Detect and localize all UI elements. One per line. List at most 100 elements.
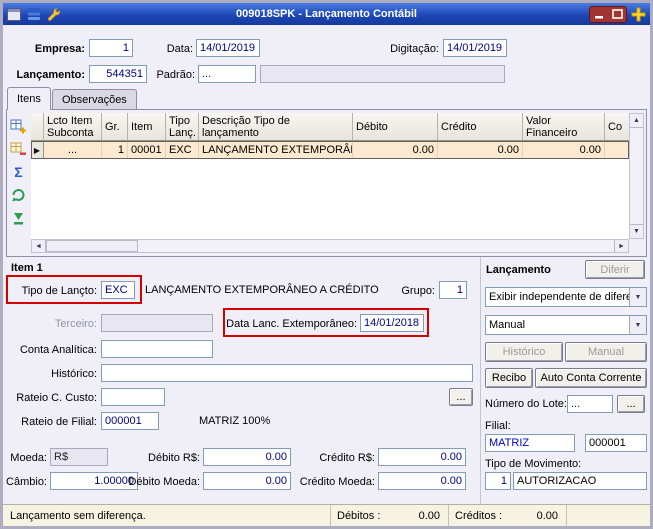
padrao-field[interactable]: ... xyxy=(198,65,256,83)
data-extemporaneo-label: Data Lanc. Extemporâneo: xyxy=(226,318,357,330)
digitacao-field[interactable]: 14/01/2019 xyxy=(443,39,507,57)
data-label: Data: xyxy=(166,43,193,55)
data-field[interactable]: 14/01/2019 xyxy=(196,39,260,57)
grid-header-credito: Crédito xyxy=(438,113,523,141)
grid-header-valor: Valor Financeiro xyxy=(523,113,605,141)
moeda-label: Moeda: xyxy=(10,452,47,464)
status-creditos-label: Créditos : xyxy=(455,509,503,522)
tab-itens[interactable]: Itens xyxy=(7,87,51,110)
delete-item-icon xyxy=(10,142,26,155)
scroll-up-arrow[interactable]: ▲ xyxy=(630,114,643,128)
manual-button: Manual xyxy=(565,342,647,362)
filial-code-field[interactable]: 000001 xyxy=(585,434,647,452)
tipo-movimento-label: Tipo de Movimento: xyxy=(485,458,582,470)
grid-vertical-scrollbar[interactable]: ▲ ▼ xyxy=(629,113,644,239)
historico-field[interactable] xyxy=(101,364,473,382)
filial-field[interactable]: MATRIZ xyxy=(485,434,575,452)
debito-rs-field[interactable]: 0.00 xyxy=(203,448,291,466)
grid-horizontal-scrollbar[interactable]: ◄ ► xyxy=(31,239,629,253)
sigma-icon: Σ xyxy=(14,164,23,180)
process-button[interactable] xyxy=(10,186,28,204)
grid-toolbar: Σ xyxy=(8,117,29,227)
exibir-diferido-select[interactable]: Exibir independente de difere ▼ xyxy=(485,287,647,307)
cell-co[interactable] xyxy=(605,141,629,159)
rateio-custo-label: Rateio C. Custo: xyxy=(16,392,97,404)
terceiro-label: Terceiro: xyxy=(54,318,97,330)
horizontal-scroll-thumb[interactable] xyxy=(46,240,138,252)
numero-lote-browse-button[interactable]: ... xyxy=(617,395,645,413)
delete-item-button[interactable] xyxy=(10,140,28,158)
status-debitos-value: 0.00 xyxy=(418,509,440,522)
cell-lcto[interactable]: ... xyxy=(44,141,102,159)
close-button[interactable] xyxy=(630,6,647,23)
process-icon xyxy=(12,188,25,201)
debito-rs-label: Débito R$: xyxy=(148,452,200,464)
cell-tipo[interactable]: EXC xyxy=(166,141,199,159)
cambio-label: Câmbio: xyxy=(6,476,47,488)
grid-empty-area xyxy=(31,159,629,239)
cell-valor[interactable]: 0.00 xyxy=(523,141,605,159)
tipo-lancto-field[interactable]: EXC xyxy=(101,281,135,299)
itens-tab-panel: Σ Lcto Item Subconta Gr. Item Tipo Lanç.… xyxy=(6,109,647,257)
chevron-down-icon: ▼ xyxy=(629,316,646,334)
recibo-button[interactable]: Recibo xyxy=(485,368,533,388)
lancamento-field[interactable]: 544351 xyxy=(89,65,147,83)
debito-moeda-field[interactable]: 0.00 xyxy=(203,472,291,490)
empresa-label: Empresa: xyxy=(34,43,85,55)
minimize-button[interactable] xyxy=(590,7,608,22)
sum-button[interactable]: Σ xyxy=(10,163,28,181)
window-control-box xyxy=(589,5,627,23)
wrench-icon xyxy=(46,6,62,22)
scroll-left-arrow[interactable]: ◄ xyxy=(32,240,46,252)
historico-label: Histórico: xyxy=(51,368,97,380)
historico-button: Histórico xyxy=(485,342,563,362)
app-window: 009018SPK - Lançamento Contábil Empresa:… xyxy=(0,0,653,529)
cell-descricao[interactable]: LANÇAMENTO EXTEMPORÂNE xyxy=(199,141,353,159)
lancamento-panel-title: Lançamento xyxy=(486,264,551,276)
lancamento-panel: Lançamento Diferir Exibir independente d… xyxy=(480,257,650,504)
conta-analitica-label: Conta Analítica: xyxy=(19,344,97,356)
layers-icon xyxy=(26,6,42,22)
items-grid: Lcto Item Subconta Gr. Item Tipo Lanç. D… xyxy=(31,113,644,253)
status-bar: Lançamento sem diferença. Débitos : 0.00… xyxy=(3,504,650,526)
grid-row-selected[interactable]: ▶ ... 1 00001 EXC LANÇAMENTO EXTEMPORÂNE… xyxy=(31,141,629,159)
auto-conta-corrente-button[interactable]: Auto Conta Corrente xyxy=(535,368,647,388)
grid-header-tipo: Tipo Lanç. xyxy=(166,113,199,141)
rateio-custo-browse-button[interactable]: ... xyxy=(449,388,473,406)
empresa-field[interactable]: 1 xyxy=(89,39,133,57)
rateio-custo-field[interactable] xyxy=(101,388,165,406)
window-controls xyxy=(589,5,647,23)
tipo-movimento-code-field[interactable]: 1 xyxy=(485,472,511,490)
rateio-filial-label: Rateio de Filial: xyxy=(21,416,97,428)
credito-rs-field[interactable]: 0.00 xyxy=(378,448,466,466)
grid-header-descricao: Descrição Tipo de lançamento xyxy=(199,113,353,141)
status-creditos-value: 0.00 xyxy=(536,509,558,522)
app-icon xyxy=(6,6,22,22)
digitacao-label: Digitação: xyxy=(390,43,439,55)
cell-item[interactable]: 00001 xyxy=(128,141,166,159)
cell-credito[interactable]: 0.00 xyxy=(438,141,523,159)
tab-observacoes[interactable]: Observações xyxy=(52,89,137,109)
status-creditos: Créditos : 0.00 xyxy=(448,505,566,526)
scroll-right-arrow[interactable]: ► xyxy=(614,240,628,252)
cell-gr[interactable]: 1 xyxy=(102,141,128,159)
data-extemporaneo-field[interactable]: 14/01/2018 xyxy=(360,314,424,332)
filial-label: Filial: xyxy=(485,420,511,432)
numero-lote-field[interactable]: ... xyxy=(567,395,613,413)
credito-moeda-field[interactable]: 0.00 xyxy=(378,472,466,490)
conta-analitica-field[interactable] xyxy=(101,340,213,358)
add-item-button[interactable] xyxy=(10,117,28,135)
titlebar[interactable]: 009018SPK - Lançamento Contábil xyxy=(3,3,650,25)
modo-manual-select[interactable]: Manual ▼ xyxy=(485,315,647,335)
debito-moeda-label: Débito Moeda: xyxy=(128,476,200,488)
status-debitos-label: Débitos : xyxy=(337,509,381,522)
rateio-filial-field[interactable]: 000001 xyxy=(101,412,159,430)
tipo-movimento-field[interactable]: AUTORIZACAO xyxy=(513,472,647,490)
maximize-button[interactable] xyxy=(608,7,626,22)
horizontal-scroll-track[interactable] xyxy=(46,240,614,252)
cell-debito[interactable]: 0.00 xyxy=(353,141,438,159)
go-last-row-button[interactable] xyxy=(10,209,28,227)
scroll-down-arrow[interactable]: ▼ xyxy=(630,224,643,238)
status-message: Lançamento sem diferença. xyxy=(10,509,146,522)
grupo-field[interactable]: 1 xyxy=(439,281,467,299)
